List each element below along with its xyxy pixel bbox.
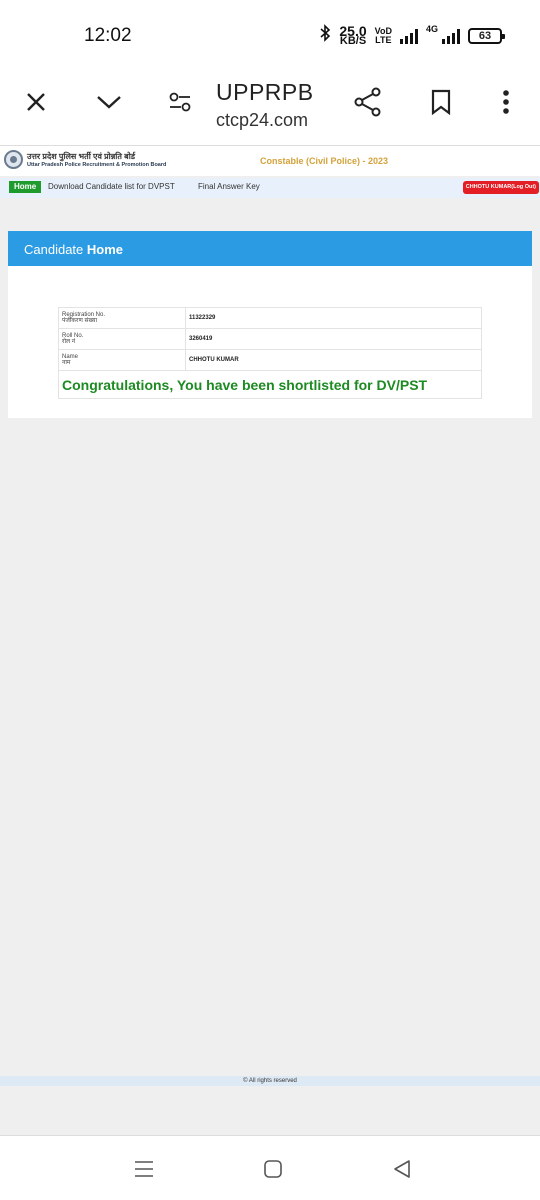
board-name-english: Uttar Pradesh Police Recruitment & Promo… xyxy=(27,162,167,168)
candidate-info-table: Registration No. पंजीकरण संख्या 11322329… xyxy=(58,307,482,399)
board-name-hindi: उत्तर प्रदेश पुलिस भर्ती एवं प्रोन्नति ब… xyxy=(27,152,136,161)
shortlist-message: Congratulations, You have been shortlist… xyxy=(58,370,482,399)
system-nav-bar xyxy=(0,1135,540,1200)
recent-apps-icon[interactable] xyxy=(129,1154,159,1184)
status-bar: 12:02 25.0 KB/S VoD LTE 4G 63 xyxy=(0,0,540,70)
browser-toolbar: UPPRPB ctcp24.com xyxy=(0,70,540,144)
roll-label: Roll No. रोल नं xyxy=(58,328,186,350)
table-row: Congratulations, You have been shortlist… xyxy=(58,370,482,399)
exam-title: Constable (Civil Police) - 2023 xyxy=(260,156,389,166)
volte-indicator: VoD LTE xyxy=(374,25,392,45)
close-icon[interactable] xyxy=(16,82,56,122)
signal-icon xyxy=(399,28,418,44)
site-header: उत्तर प्रदेश पुलिस भर्ती एवं प्रोन्नति ब… xyxy=(0,146,540,176)
clock: 12:02 xyxy=(84,25,132,46)
back-icon[interactable] xyxy=(387,1154,417,1184)
bookmark-icon[interactable] xyxy=(421,82,461,122)
logout-button[interactable]: CHHOTU KUMAR(Log Out) xyxy=(462,181,539,194)
table-row: Name नाम CHHOTU KUMAR xyxy=(58,349,482,371)
name-label: Name नाम xyxy=(58,349,186,371)
nav-answer-key-link[interactable]: Final Answer Key xyxy=(198,182,260,191)
share-icon[interactable] xyxy=(348,82,388,122)
name-value: CHHOTU KUMAR xyxy=(185,349,482,371)
table-row: Registration No. पंजीकरण संख्या 11322329 xyxy=(58,307,482,329)
chevron-down-icon[interactable] xyxy=(89,82,129,122)
more-vert-icon[interactable] xyxy=(486,82,526,122)
registration-value: 11322329 xyxy=(185,307,482,329)
url-display[interactable]: ctcp24.com xyxy=(216,110,308,131)
nav-home-link[interactable]: Home xyxy=(9,181,42,193)
tune-icon[interactable] xyxy=(160,82,200,122)
network-speed: 25.0 KB/S xyxy=(339,22,367,47)
signal-icon-2 xyxy=(442,28,460,44)
table-row: Roll No. रोल नं 3260419 xyxy=(58,328,482,350)
home-icon[interactable] xyxy=(258,1154,288,1184)
network-type: 4G xyxy=(425,24,438,34)
card-title: Candidate Home xyxy=(24,242,124,257)
roll-value: 3260419 xyxy=(185,328,482,350)
board-emblem-icon xyxy=(4,150,23,169)
registration-label: Registration No. पंजीकरण संख्या xyxy=(58,307,186,329)
battery-icon: 63 xyxy=(468,27,505,44)
nav-download-dvpst-link[interactable]: Download Candidate list for DVPST xyxy=(48,182,175,191)
status-icons: 25.0 KB/S VoD LTE 4G 63 xyxy=(319,22,505,47)
page-title: UPPRPB xyxy=(216,79,314,105)
site-footer: © All rights reserved xyxy=(0,1076,540,1086)
web-page: उत्तर प्रदेश पुलिस भर्ती एवं प्रोन्नति ब… xyxy=(0,145,540,1135)
card-header: Candidate Home xyxy=(8,231,532,266)
bluetooth-icon xyxy=(319,24,331,47)
candidate-home-card: Candidate Home Registration No. पंजीकरण … xyxy=(8,231,532,418)
site-navbar: Home Download Candidate list for DVPST F… xyxy=(0,178,540,198)
